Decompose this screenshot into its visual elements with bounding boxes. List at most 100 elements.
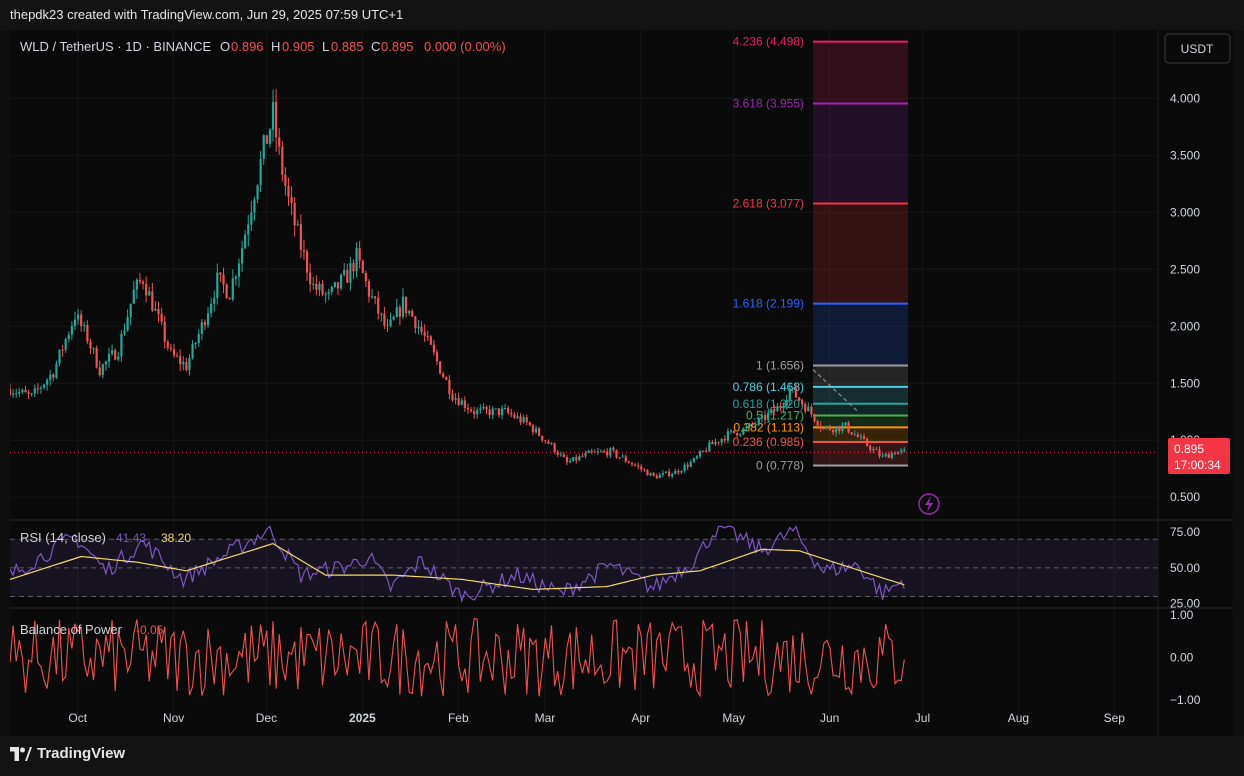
time-tick-label: Mar	[535, 711, 556, 725]
candle-body	[442, 373, 445, 377]
candle-body	[364, 273, 367, 282]
fib-level-label: 1.618 (2.199)	[733, 297, 804, 311]
candle-body	[8, 388, 12, 395]
candle-body	[847, 422, 850, 433]
time-tick-label: 2025	[349, 711, 376, 725]
candle-body	[157, 308, 160, 315]
price-tick-label: 2.500	[1170, 262, 1200, 276]
candle-body	[627, 461, 630, 464]
candle-body	[717, 441, 720, 443]
candle-body	[293, 202, 296, 226]
chart-area[interactable]: 0 (0.778) 0.236 (0.985) 0.382 (1.113) 0.5 (…	[8, 30, 1233, 736]
candle-body	[819, 425, 822, 428]
candle-body	[435, 352, 439, 362]
fib-level-label: 0.618 (1.320)	[733, 397, 804, 411]
candle-body	[73, 319, 77, 326]
candle-body	[83, 324, 86, 327]
price-tick-label: 1.500	[1170, 376, 1200, 390]
candle-body	[92, 348, 95, 350]
candle-body	[247, 224, 250, 235]
candle-body	[720, 438, 723, 443]
candle-body	[739, 434, 742, 436]
candle-body	[705, 450, 708, 452]
time-tick-label: Aug	[1008, 711, 1029, 725]
candle-body	[754, 424, 757, 426]
candle-body	[866, 438, 869, 446]
candle-body	[42, 384, 46, 388]
candle-body	[457, 398, 460, 405]
candle-body	[782, 405, 785, 409]
candle-body	[807, 406, 810, 412]
candle-body	[881, 455, 884, 457]
candle-body	[797, 397, 801, 401]
candle-body	[240, 248, 244, 264]
fib-zone-band	[813, 303, 908, 366]
candle-body	[417, 326, 420, 329]
candle-body	[107, 353, 111, 362]
candle-body	[145, 283, 148, 296]
candle-body	[414, 316, 417, 329]
price-tick-label: 0.500	[1170, 490, 1200, 504]
candle-body	[244, 234, 247, 249]
candle-body	[723, 438, 726, 441]
candle-body	[463, 400, 466, 408]
price-tick-label: 3.500	[1170, 148, 1200, 162]
candle-body	[284, 174, 287, 186]
candle-body	[104, 361, 108, 365]
candle-body	[850, 432, 853, 435]
time-axis[interactable]: Oct Nov Dec 2025 Feb Mar Apr May Jun Jul Aug Sep	[68, 711, 1125, 725]
fib-level-label: 1 (1.656)	[756, 358, 804, 372]
candle-body	[101, 364, 104, 376]
candle-body	[392, 316, 395, 320]
candle-body	[225, 284, 228, 299]
candle-body	[432, 344, 436, 353]
candle-body	[290, 196, 293, 203]
high-label: H	[271, 39, 280, 54]
candle-body	[550, 443, 553, 445]
candle-body	[253, 199, 256, 213]
candle-body	[312, 283, 315, 285]
candle-body	[256, 185, 259, 200]
candle-body	[791, 387, 794, 389]
candle-body	[111, 350, 114, 354]
candle-body	[841, 425, 844, 431]
tradingview-logo-icon	[10, 746, 32, 761]
candle-body	[429, 336, 432, 345]
candle-body	[324, 293, 327, 295]
candle-body	[828, 426, 832, 430]
candle-body	[692, 458, 695, 462]
candle-body	[887, 454, 890, 458]
time-tick-label: Oct	[68, 711, 87, 725]
candle-body	[736, 432, 739, 436]
price-tick-label: 3.000	[1170, 205, 1200, 219]
candle-body	[166, 341, 169, 348]
bop-pane[interactable]: 1.00 0.00 −1.00	[9, 608, 1201, 707]
open-label: O	[220, 39, 230, 54]
candle-body	[503, 407, 507, 409]
candle-body	[469, 409, 473, 412]
candle-body	[544, 440, 547, 442]
candle-body	[411, 310, 414, 317]
candle-body	[695, 456, 699, 459]
candle-body	[664, 471, 668, 473]
candle-body	[445, 376, 448, 380]
bop-tick-label: 1.00	[1170, 608, 1194, 622]
chart-svg[interactable]: 0 (0.778)0.236 (0.985)0.382 (1.113)0.5 (…	[8, 30, 1233, 736]
fibonacci-tool[interactable]: 0 (0.778)0.236 (0.985)0.382 (1.113)0.5 (…	[733, 35, 908, 473]
candle-body	[745, 426, 748, 429]
tradingview-brand[interactable]: TradingView	[10, 745, 125, 762]
bop-label: Balance of Power	[20, 622, 123, 637]
candle-body	[568, 461, 572, 463]
candle-body	[794, 387, 798, 398]
currency-button[interactable]: USDT	[1164, 33, 1231, 64]
candle-body	[770, 408, 773, 414]
candle-body	[658, 474, 661, 479]
candle-body	[210, 303, 213, 314]
candle-body	[491, 408, 494, 416]
candle-body	[763, 415, 767, 421]
candle-body	[726, 431, 729, 441]
price-badge-countdown: 17:00:34	[1174, 458, 1221, 472]
candle-body	[801, 400, 804, 405]
candle-body	[30, 393, 33, 395]
candle-body	[581, 456, 584, 458]
